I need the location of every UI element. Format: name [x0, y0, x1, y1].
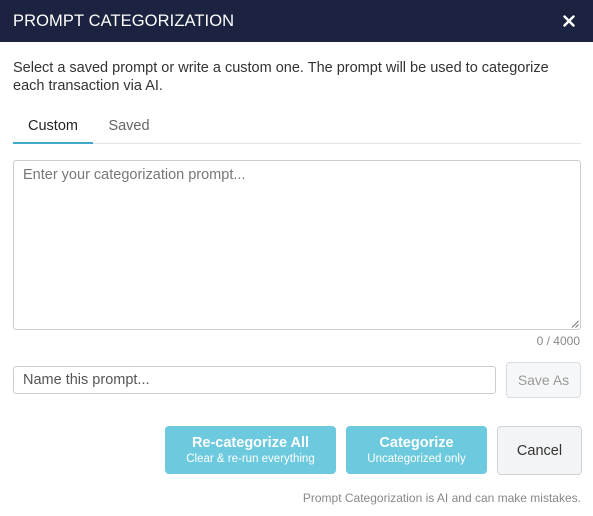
- prompt-categorization-dialog: PROMPT CATEGORIZATION Select a saved pro…: [0, 0, 593, 516]
- prompt-tabs: Custom Saved: [13, 112, 581, 144]
- cancel-button[interactable]: Cancel: [497, 426, 582, 475]
- categorize-label: Categorize: [379, 434, 454, 451]
- tab-saved[interactable]: Saved: [93, 112, 165, 144]
- recategorize-all-label: Re-categorize All: [191, 434, 310, 451]
- dialog-description: Select a saved prompt or write a custom …: [13, 60, 549, 94]
- dialog-header: PROMPT CATEGORIZATION: [0, 0, 593, 42]
- dialog-title: PROMPT CATEGORIZATION: [13, 11, 235, 30]
- categorize-sublabel: Uncategorized only: [367, 452, 466, 465]
- resize-grip-icon[interactable]: [571, 320, 579, 328]
- close-button[interactable]: [559, 11, 579, 31]
- tab-custom[interactable]: Custom: [13, 112, 93, 144]
- character-counter: 0 / 4000: [536, 334, 580, 348]
- prompt-name-input[interactable]: [13, 366, 496, 394]
- recategorize-all-sublabel: Clear & re-run everything: [186, 452, 315, 465]
- close-x-icon: [563, 15, 575, 27]
- categorize-button[interactable]: Categorize Uncategorized only: [346, 426, 487, 474]
- prompt-textarea[interactable]: [13, 160, 581, 330]
- ai-disclaimer: Prompt Categorization is AI and can make…: [302, 491, 581, 505]
- save-as-button[interactable]: Save As: [506, 362, 581, 398]
- recategorize-all-button[interactable]: Re-categorize All Clear & re-run everyth…: [165, 426, 336, 474]
